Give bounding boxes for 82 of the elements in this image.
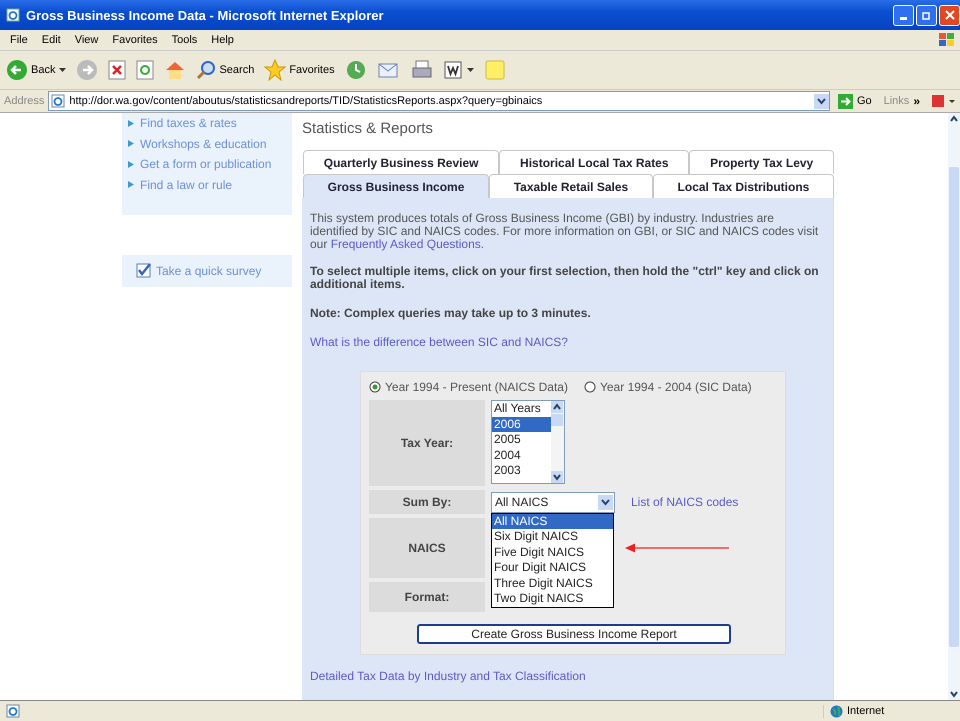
year-listbox[interactable]: All Years 2006 2005 2004 2003 [491,400,565,484]
bullet-arrow-icon [128,120,134,127]
faq-link[interactable]: Frequently Asked Questions. [330,237,484,251]
field-label: NAICS [369,518,485,578]
tab[interactable]: Gross Business Income [303,174,490,198]
create-report-button[interactable]: Create Gross Business Income Report [417,624,731,644]
bullet-arrow-icon [128,160,134,168]
search-button[interactable]: Search [196,60,254,80]
window-title: Gross Business Income Data - Microsoft Internet Explorer [26,8,384,22]
address-label: Address [4,95,44,107]
bullet-arrow-icon [128,140,134,148]
search-icon [196,60,216,80]
minimize-button[interactable] [893,4,914,26]
tab[interactable]: Taxable Retail Sales [489,174,653,198]
address-field[interactable]: http://dor.wa.gov/content/aboutus/statisticsandreports/TID/StatisticsReports.aspx?query=gbinaics [48,91,830,111]
list-option[interactable]: 2005 [492,432,551,448]
list-option[interactable]: 2004 [492,448,551,464]
tab[interactable]: Quarterly Business Review [303,150,500,174]
more-chevron[interactable]: » [913,94,920,108]
page-heading: Statistics & Reports [302,120,434,138]
checkbox[interactable] [136,263,152,279]
history-icon[interactable] [344,59,367,81]
dropdown-option[interactable]: All NAICS [492,514,613,530]
tab[interactable]: Local Tax Distributions [652,174,834,198]
scroll-up-icon[interactable] [551,401,563,413]
scroll-thumb[interactable] [949,166,959,646]
windows-logo-icon [938,32,956,48]
go-button[interactable]: Go [834,94,880,108]
close-icon [944,10,954,20]
bullet-arrow-icon [128,181,134,188]
minimize-icon [900,16,907,20]
instruction-text: Note: Complex queries may take up to 3 minutes. [310,307,592,320]
radio-option[interactable]: Year 1994 - 2004 (SIC Data) [584,380,752,394]
restore-icon [922,10,932,20]
menu-item[interactable]: Help [205,34,240,46]
word-icon[interactable] [442,60,463,80]
dropdown-option[interactable]: Five Digit NAICS [492,544,613,560]
difference-link[interactable]: What is the difference between SIC and NAICS? [310,335,568,349]
menu-item[interactable]: File [4,34,34,46]
menu-item[interactable]: Tools [166,34,204,46]
list-option[interactable]: 2003 [492,463,551,479]
refresh-icon[interactable] [136,60,154,80]
field-label: Format: [369,582,485,612]
vertical-scrollbar[interactable] [948,113,960,700]
browser-icon [6,8,20,22]
close-button[interactable] [939,4,960,26]
scroll-thumb[interactable] [551,414,563,426]
field-label: Tax Year: [369,400,485,486]
list-option[interactable]: All Years [492,401,551,417]
dropdown-option[interactable]: Two Digit NAICS [492,591,613,608]
naics-codes-link[interactable]: List of NAICS codes [631,495,738,509]
page-icon [6,704,20,718]
dropdown-option[interactable]: Four Digit NAICS [492,560,613,576]
menu-item[interactable]: Edit [36,34,67,46]
zone-label: Internet [847,705,884,717]
radio-option[interactable]: Year 1994 - Present (NAICS Data) [369,380,568,394]
home-icon[interactable] [164,60,186,80]
star-icon [264,59,286,81]
back-button[interactable]: Back [6,59,56,81]
translate-icon[interactable] [930,93,956,109]
sum-by-dropdown[interactable]: All NAICS [491,492,615,512]
tab[interactable]: Historical Local Tax Rates [499,150,690,174]
scroll-down-icon[interactable] [551,471,563,483]
dropdown-arrow-icon[interactable] [466,68,474,72]
field-label: Sum By: [369,490,485,514]
globe-icon [830,704,843,718]
dropdown-option[interactable]: Three Digit NAICS [492,576,613,592]
intro-text: This system produces totals of Gross Business Income (GBI) by industry. Industries are identified by SIC and NAICS codes. For more information on GBI, or SIC and NAICS codes visit our Frequently Asked Questions. [310,212,820,251]
instruction-text: To select multiple items, click on your first selection, then hold the "ctrl" key and click on additional items. [310,265,820,291]
detailed-data-link[interactable]: Detailed Tax Data by Industry and Tax Classification [310,669,586,683]
menu-item[interactable]: View [68,34,104,46]
favorites-button[interactable]: Favorites [264,59,335,81]
dropdown-option[interactable]: Six Digit NAICS [492,529,613,545]
stop-icon[interactable] [108,60,126,80]
go-arrow-icon [838,94,853,108]
dropdown-arrow-icon[interactable] [59,68,66,72]
page-icon [51,94,66,108]
restore-button[interactable] [916,4,937,26]
tab[interactable]: Property Tax Levy [689,150,834,174]
print-icon[interactable] [410,60,433,80]
menu-item[interactable]: Favorites [106,34,164,46]
list-option[interactable]: 2006 [492,416,551,432]
